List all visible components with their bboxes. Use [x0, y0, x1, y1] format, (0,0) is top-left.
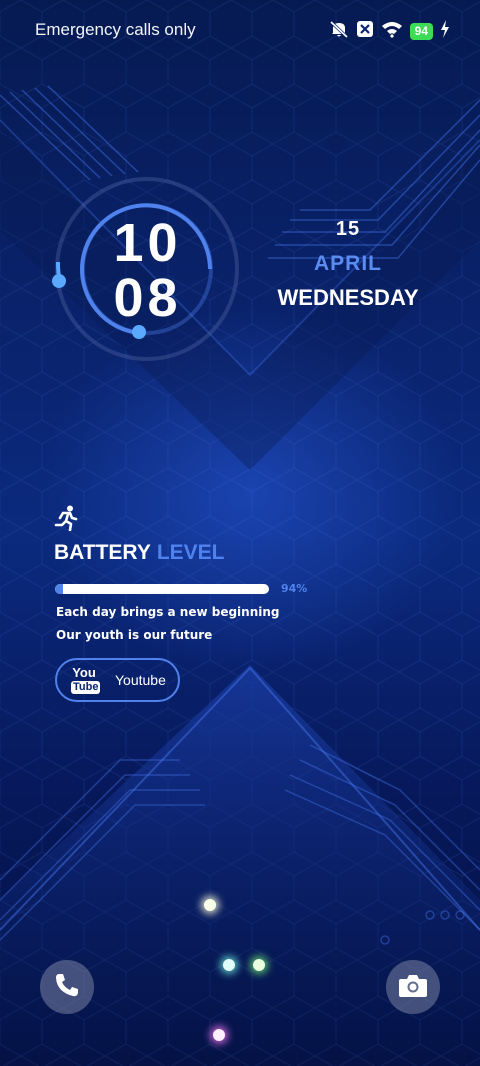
quote-line-1: Each day brings a new beginning	[56, 605, 280, 619]
clock-widget[interactable]: 10 08	[50, 172, 245, 367]
youtube-shortcut-label: Youtube	[115, 672, 166, 688]
battery-progress-bar	[55, 584, 269, 594]
battery-level-title: BATTERY LEVEL	[54, 541, 225, 565]
no-sim-icon	[356, 20, 374, 42]
date-day: 15	[335, 218, 361, 240]
battery-percent-label: 94%	[281, 582, 308, 595]
camera-icon	[398, 972, 428, 1002]
youtube-logo-you: You	[72, 665, 96, 680]
charging-bolt-icon	[440, 20, 450, 42]
glow-dot	[213, 1029, 225, 1041]
glow-dot	[223, 959, 235, 971]
date-weekday: WEDNESDAY	[277, 285, 419, 310]
quote-line-2: Our youth is our future	[56, 628, 213, 642]
clock-minutes: 08	[113, 268, 182, 328]
battery-progress-accent	[55, 584, 63, 594]
status-icons: 94	[329, 20, 450, 42]
battery-title-word1: BATTERY	[54, 541, 151, 564]
runner-icon	[54, 505, 78, 532]
glow-dot	[253, 959, 265, 971]
glow-dot	[204, 899, 216, 911]
phone-icon	[53, 971, 81, 1003]
youtube-icon: You Tube	[71, 665, 101, 694]
camera-shortcut-button[interactable]	[386, 960, 440, 1014]
youtube-logo-tube: Tube	[71, 681, 101, 694]
youtube-shortcut-button[interactable]: You Tube Youtube	[55, 658, 180, 702]
wifi-icon	[381, 20, 403, 42]
mute-icon	[329, 19, 349, 43]
battery-icon: 94	[409, 22, 433, 40]
wallpaper-graphic	[0, 0, 480, 1066]
date-widget[interactable]: 15 APRIL WEDNESDAY	[268, 218, 428, 311]
battery-title-word2: LEVEL	[156, 541, 225, 564]
phone-shortcut-button[interactable]	[40, 960, 94, 1014]
clock-hours: 10	[113, 213, 182, 273]
carrier-status-text: Emergency calls only	[35, 20, 196, 39]
date-month: APRIL	[314, 252, 382, 275]
